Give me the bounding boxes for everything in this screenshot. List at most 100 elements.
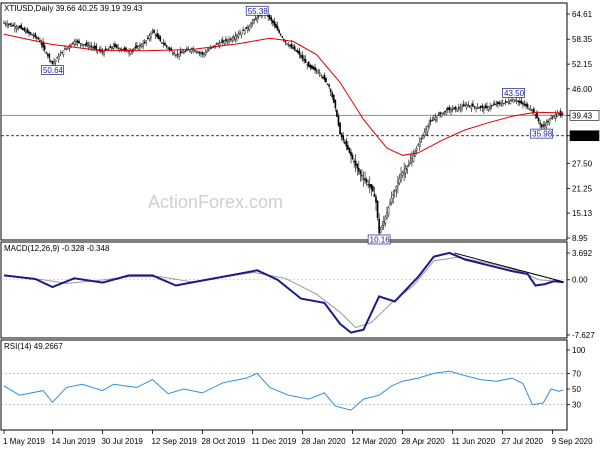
candle-body [65,47,68,50]
candle-body [376,200,379,218]
candle-body [89,45,91,47]
candle-body [279,34,282,36]
candle-body [506,101,509,103]
candle-body [289,44,291,47]
candle-body [182,51,185,54]
candle-body [322,77,324,79]
candle-body [323,74,326,80]
candle-body [46,54,49,56]
candle-body [351,155,354,160]
candle-body [26,29,29,33]
candle-body [539,122,541,125]
candle-body [490,105,493,107]
candle-body [362,178,365,180]
candle [312,66,315,70]
chart-area: ActionForex.com XTIUSD,Daily 39.66 40.25… [0,0,600,450]
candle-body [348,147,351,153]
candle-body [51,60,54,64]
candle-body [404,168,407,174]
price-tick-label: 64.61 [572,10,593,19]
candle-body [232,36,235,41]
candle-body [3,22,5,24]
candle-body [406,166,409,170]
candle-body [554,113,557,119]
candle-body [318,72,321,75]
candle [245,26,248,30]
candle-body [117,47,119,49]
candle-body [517,100,520,102]
candle-body [408,164,410,166]
candle-body [243,29,246,34]
candle-body [329,89,332,93]
candle-body [520,100,523,104]
candle-body [128,51,130,54]
candle-body [197,51,199,54]
candle-body [437,114,440,116]
candle-body [225,38,227,42]
candle-body [281,36,284,38]
price-annotation: 55.38 [245,5,269,16]
price-tick-label: 27.50 [572,159,593,168]
candle-body [440,113,443,117]
x-tick-label: 28 Jan 2020 [302,437,347,446]
candle-body [345,140,348,147]
candle-body [207,49,210,52]
candle-body [217,43,219,45]
candle-body [248,25,251,30]
candle-body [518,101,521,103]
candle-body [528,107,530,110]
price-tick-label: 46.00 [572,85,593,94]
candle-body [343,142,346,144]
candle-body [536,112,538,119]
candle-body [18,26,21,28]
candle-body [501,103,504,106]
candle-body [470,105,473,109]
candle-body [79,43,82,45]
candle-body [529,108,532,111]
candle-body [320,74,323,76]
candle-body [125,47,127,51]
price-annotation: 50.64 [41,65,64,75]
candle-body [311,65,313,69]
candle-body [78,40,80,44]
candle-body [181,52,183,54]
candle-body [476,107,479,109]
candle-body [107,48,110,50]
candle-body [20,24,22,29]
candle-body [558,113,560,115]
candle-body [478,107,480,109]
candle-body [93,45,96,49]
candle-body [268,14,271,19]
candle-body [418,141,421,148]
candle-body [492,104,495,106]
candle-body [276,25,279,31]
candle-body [275,24,277,28]
candle-body [195,50,198,53]
candle-body [84,44,87,46]
candle-body [228,39,230,43]
candle-body [433,118,435,121]
candle-body [386,212,388,219]
candle-body [304,59,307,63]
candle-body [71,42,74,44]
candle-body [434,117,437,120]
price-tick-label: 52.15 [572,60,593,69]
candle-body [358,168,360,172]
candle-body [342,135,344,141]
candle-body [511,99,513,101]
candle-body [111,46,113,49]
candle-body [425,128,427,135]
candle-body [48,53,51,59]
price-tick-label: 58.35 [572,35,593,44]
candle [332,94,335,104]
candle-body [21,28,24,30]
candle-body [370,184,373,190]
candle-body [9,23,12,26]
candle-body [4,23,7,25]
candle-body [154,34,157,36]
candle-body [103,51,105,55]
candle-body [40,42,43,45]
candle-body [45,52,48,54]
candle-body [326,83,329,85]
candle-body [273,21,276,26]
